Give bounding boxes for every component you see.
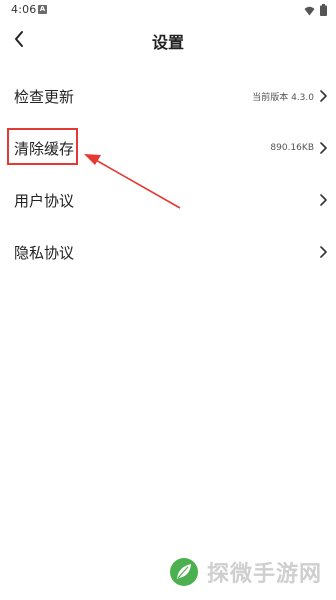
check-update-label: 检查更新 — [14, 88, 75, 106]
user-agreement-label: 用户协议 — [14, 192, 75, 210]
nav-bar: 设置 — [0, 20, 336, 60]
notification-badge-icon: A — [38, 5, 47, 14]
chevron-right-icon — [320, 194, 327, 206]
privacy-agreement-label: 隐私协议 — [14, 244, 75, 262]
watermark-text: 探微手游网 — [206, 562, 322, 587]
check-update-row[interactable]: 检查更新 当前版本 4.3.0 — [0, 70, 336, 122]
leaf-logo-icon — [169, 558, 198, 586]
settings-list: 检查更新 当前版本 4.3.0 清除缓存 890.16KB 用户协议 隐私协议 — [0, 70, 336, 278]
battery-icon — [320, 1, 327, 20]
status-time: 4:06 — [11, 3, 37, 16]
status-icons — [304, 3, 327, 16]
user-agreement-row[interactable]: 用户协议 — [0, 174, 336, 226]
chevron-right-icon — [320, 246, 327, 258]
page-title: 设置 — [151, 33, 184, 52]
privacy-agreement-row[interactable]: 隐私协议 — [0, 226, 336, 278]
wifi-icon — [304, 1, 315, 20]
status-bar: 4:06 A — [0, 0, 336, 20]
cache-size-value: 890.16KB — [270, 143, 314, 153]
annotation-highlight-box — [7, 128, 78, 165]
watermark: 探微手游网 — [169, 556, 322, 588]
chevron-right-icon — [320, 142, 327, 154]
version-value: 当前版本 4.3.0 — [252, 92, 314, 103]
chevron-right-icon — [320, 90, 327, 102]
